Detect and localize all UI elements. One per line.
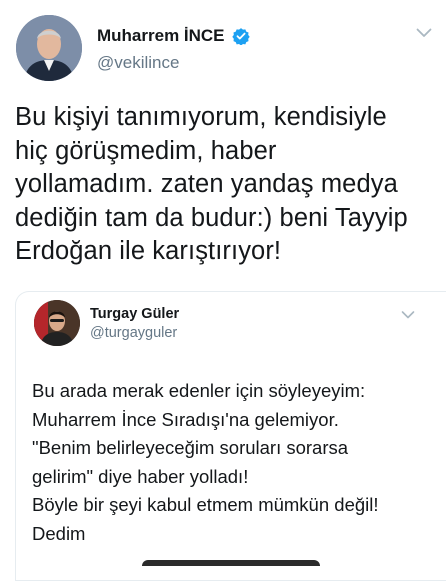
tweet-text-line: Erdoğan ile karıştırıyor! [15,237,282,265]
quoted-author-display-name[interactable]: Turgay Güler [90,306,179,322]
quoted-text-line: "Benim belirleyeceğim soruları sorarsa [32,437,349,458]
quoted-tweet-text: Bu arada merak edenler için söyleyeyim: … [32,377,442,548]
author-handle[interactable]: @vekilince [97,53,179,73]
quoted-text-line: gelirim" diye haber yolladı! [32,465,249,487]
tweet-text-line: hiç görüşmedim, haber [15,136,277,165]
verified-badge-icon [232,28,250,45]
author-avatar[interactable] [16,15,82,81]
chevron-down-icon[interactable] [416,27,432,39]
tweet: Muharrem İNCE @vekilince Bu kişiyi tanım… [0,0,446,581]
profile-photo-icon [34,300,80,346]
tweet-text-line: Bu kişiyi tanımıyorum, kendisiyle [15,103,387,131]
tweet-text-line: dediğin tam da budur:) beni Tayyip [15,203,408,232]
profile-photo-icon [16,15,82,81]
quoted-text-line: Bu arada merak edenler için söyleyeyim: [32,380,366,401]
quoted-text-line: Böyle bir şeyi kabul etmem mümkün değil! [32,494,379,515]
chevron-down-icon[interactable] [401,310,415,320]
tweet-text: Bu kişiyi tanımıyorum, kendisiyle hiç gö… [15,101,430,269]
quoted-author-avatar[interactable] [34,300,80,346]
quoted-tweet-card[interactable]: Turgay Güler @turgayguler Bu arada merak… [15,291,446,581]
quoted-author-handle[interactable]: @turgayguler [90,325,177,341]
author-display-name[interactable]: Muharrem İNCE [97,26,225,46]
quoted-text-line: Muharrem İnce Sıradışı'na gelemiyor. [32,408,339,430]
quoted-text-line: Dedim [32,522,86,544]
tweet-text-line: yollamadım. zaten yandaş medya [15,170,398,198]
